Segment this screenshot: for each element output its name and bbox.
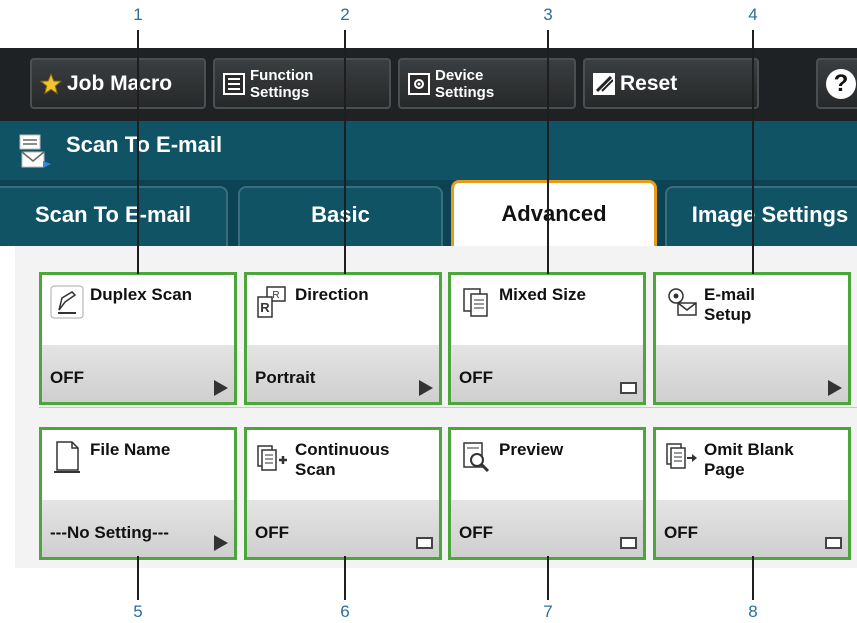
duplex-scan-icon <box>50 285 84 319</box>
callout-line-2 <box>344 30 346 274</box>
continuous-scan-label: Continuous Scan <box>295 440 390 479</box>
omit-blank-page-label: Omit Blank Page <box>704 440 794 479</box>
svg-text:R: R <box>272 290 279 301</box>
reset-button[interactable]: Reset <box>583 58 759 109</box>
file-name-label: File Name <box>90 440 171 459</box>
reset-label: Reset <box>620 71 678 95</box>
checkbox-icon <box>620 382 637 394</box>
callout-line-5 <box>137 556 139 600</box>
callout-line-1 <box>137 30 139 274</box>
email-setup-card[interactable]: E-mail Setup <box>653 272 851 405</box>
direction-card[interactable]: RR Direction Portrait <box>244 272 442 405</box>
mixed-size-label: Mixed Size <box>499 285 586 304</box>
callout-line-8 <box>752 556 754 600</box>
callout-line-6 <box>344 556 346 600</box>
direction-icon: RR <box>255 285 289 319</box>
callout-7: 7 <box>543 602 553 621</box>
device-settings-icon <box>408 72 430 95</box>
callout-line-7 <box>547 556 549 600</box>
toolbar: Job Macro Function Settings Device Setti… <box>0 48 857 121</box>
callout-line-4 <box>752 30 754 274</box>
function-settings-button[interactable]: Function Settings <box>213 58 391 109</box>
file-name-value: ---No Setting--- <box>50 523 169 542</box>
mixed-size-card[interactable]: Mixed Size OFF <box>448 272 646 405</box>
direction-value: Portrait <box>255 368 316 387</box>
callout-line-3 <box>547 30 549 274</box>
direction-label: Direction <box>295 285 369 304</box>
scan-to-email-icon <box>18 133 52 171</box>
device-panel: Job Macro Function Settings Device Setti… <box>0 48 857 578</box>
tab-bar: Scan To E-mail Basic Advanced Image Sett… <box>0 180 857 246</box>
function-settings-icon <box>223 72 245 95</box>
email-setup-label: E-mail Setup <box>704 285 756 324</box>
checkbox-icon <box>825 537 842 549</box>
device-settings-button[interactable]: Device Settings <box>398 58 576 109</box>
help-button[interactable]: ? <box>816 58 857 109</box>
continuous-scan-card[interactable]: Continuous Scan OFF <box>244 427 442 560</box>
duplex-scan-card[interactable]: Duplex Scan OFF <box>39 272 237 405</box>
file-name-icon <box>50 440 84 474</box>
continuous-scan-icon <box>255 440 289 474</box>
preview-icon <box>459 440 493 474</box>
duplex-scan-label: Duplex Scan <box>90 285 193 304</box>
preview-card[interactable]: Preview OFF <box>448 427 646 560</box>
file-name-card[interactable]: File Name ---No Setting--- <box>39 427 237 560</box>
help-icon: ? <box>826 68 856 99</box>
omit-blank-page-value: OFF <box>664 523 698 542</box>
arrow-right-icon <box>419 380 433 396</box>
mixed-size-value: OFF <box>459 368 493 387</box>
callout-5: 5 <box>133 602 143 621</box>
preview-label: Preview <box>499 440 564 459</box>
continuous-scan-value: OFF <box>255 523 289 542</box>
arrow-right-icon <box>828 380 842 396</box>
arrow-right-icon <box>214 380 228 396</box>
mixed-size-icon <box>459 285 493 319</box>
duplex-scan-value: OFF <box>50 368 84 387</box>
settings-panel: Duplex Scan OFF RR Direction Portrait Mi… <box>15 246 857 568</box>
tab-advanced[interactable]: Advanced <box>451 180 657 246</box>
device-settings-label: Device Settings <box>435 66 495 101</box>
callout-6: 6 <box>340 602 350 621</box>
function-settings-label: Function Settings <box>250 66 314 101</box>
tab-basic[interactable]: Basic <box>238 186 443 246</box>
tab-scan-to-email[interactable]: Scan To E-mail <box>0 186 228 246</box>
callout-1: 1 <box>133 5 143 24</box>
card-value-area <box>656 345 848 402</box>
arrow-right-icon <box>214 535 228 551</box>
preview-value: OFF <box>459 523 493 542</box>
title-bar: Scan To E-mail <box>0 121 857 180</box>
callout-8: 8 <box>748 602 758 621</box>
reset-icon <box>593 72 615 95</box>
checkbox-icon <box>620 537 637 549</box>
callout-2: 2 <box>340 5 350 24</box>
callout-3: 3 <box>543 5 553 24</box>
tab-image-settings[interactable]: Image Settings <box>665 186 857 246</box>
omit-blank-page-card[interactable]: Omit Blank Page OFF <box>653 427 851 560</box>
star-icon <box>39 72 63 95</box>
svg-text:R: R <box>260 300 270 315</box>
omit-blank-page-icon <box>664 440 698 474</box>
job-macro-label: Job Macro <box>67 71 173 95</box>
callout-4: 4 <box>748 5 758 24</box>
email-setup-icon <box>664 285 698 319</box>
page-title: Scan To E-mail <box>66 132 223 157</box>
job-macro-button[interactable]: Job Macro <box>30 58 206 109</box>
divider <box>39 407 857 408</box>
checkbox-icon <box>416 537 433 549</box>
